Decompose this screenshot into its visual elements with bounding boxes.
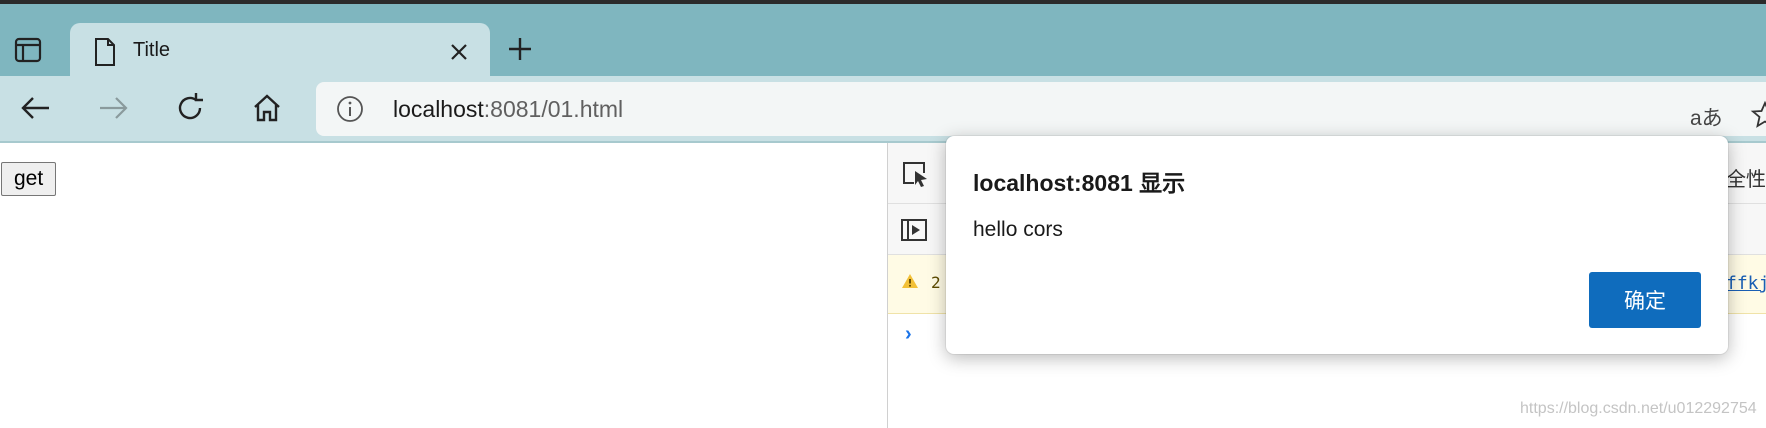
close-icon[interactable] <box>446 39 472 65</box>
inspect-element-icon[interactable] <box>900 159 930 194</box>
warning-text: 2 <box>931 273 941 292</box>
info-icon[interactable] <box>336 95 364 128</box>
warning-source-link[interactable]: ffkj <box>1726 273 1766 294</box>
warning-icon <box>901 273 919 294</box>
console-prompt-icon[interactable]: › <box>905 323 912 346</box>
tab-label: Title <box>133 39 171 61</box>
get-button[interactable]: get <box>1 162 57 196</box>
url-path: :8081/01.html <box>483 96 624 122</box>
dialog-message: hello cors <box>973 218 1063 241</box>
console-sidebar-icon[interactable] <box>900 218 928 247</box>
url-text[interactable]: localhost:8081/01.html <box>393 96 623 123</box>
watermark: https://blog.csdn.net/u012292754 <box>1520 400 1757 417</box>
tab-bar: Title <box>0 4 1766 80</box>
page-icon <box>92 37 118 72</box>
alert-dialog: localhost:8081 显示 hello cors 确定 <box>946 136 1728 354</box>
devtools-tab-label[interactable]: 全性 <box>1726 163 1766 192</box>
back-arrow-icon[interactable] <box>18 90 54 126</box>
tab-actions-icon[interactable] <box>10 32 46 68</box>
home-icon[interactable] <box>249 90 285 126</box>
ok-button[interactable]: 确定 <box>1589 272 1701 328</box>
tab-title[interactable]: Title <box>70 23 490 80</box>
url-host: localhost <box>393 96 484 122</box>
address-bar[interactable]: localhost:8081/01.html aあ <box>316 82 1766 136</box>
refresh-icon[interactable] <box>172 90 208 126</box>
read-aloud-icon[interactable]: aあ <box>1690 102 1723 132</box>
forward-arrow-icon[interactable] <box>95 90 131 126</box>
dialog-title: localhost:8081 显示 <box>973 170 1186 196</box>
navigation-toolbar: localhost:8081/01.html aあ <box>0 76 1766 142</box>
new-tab-icon[interactable] <box>505 34 535 64</box>
favorite-star-icon[interactable] <box>1750 100 1766 135</box>
